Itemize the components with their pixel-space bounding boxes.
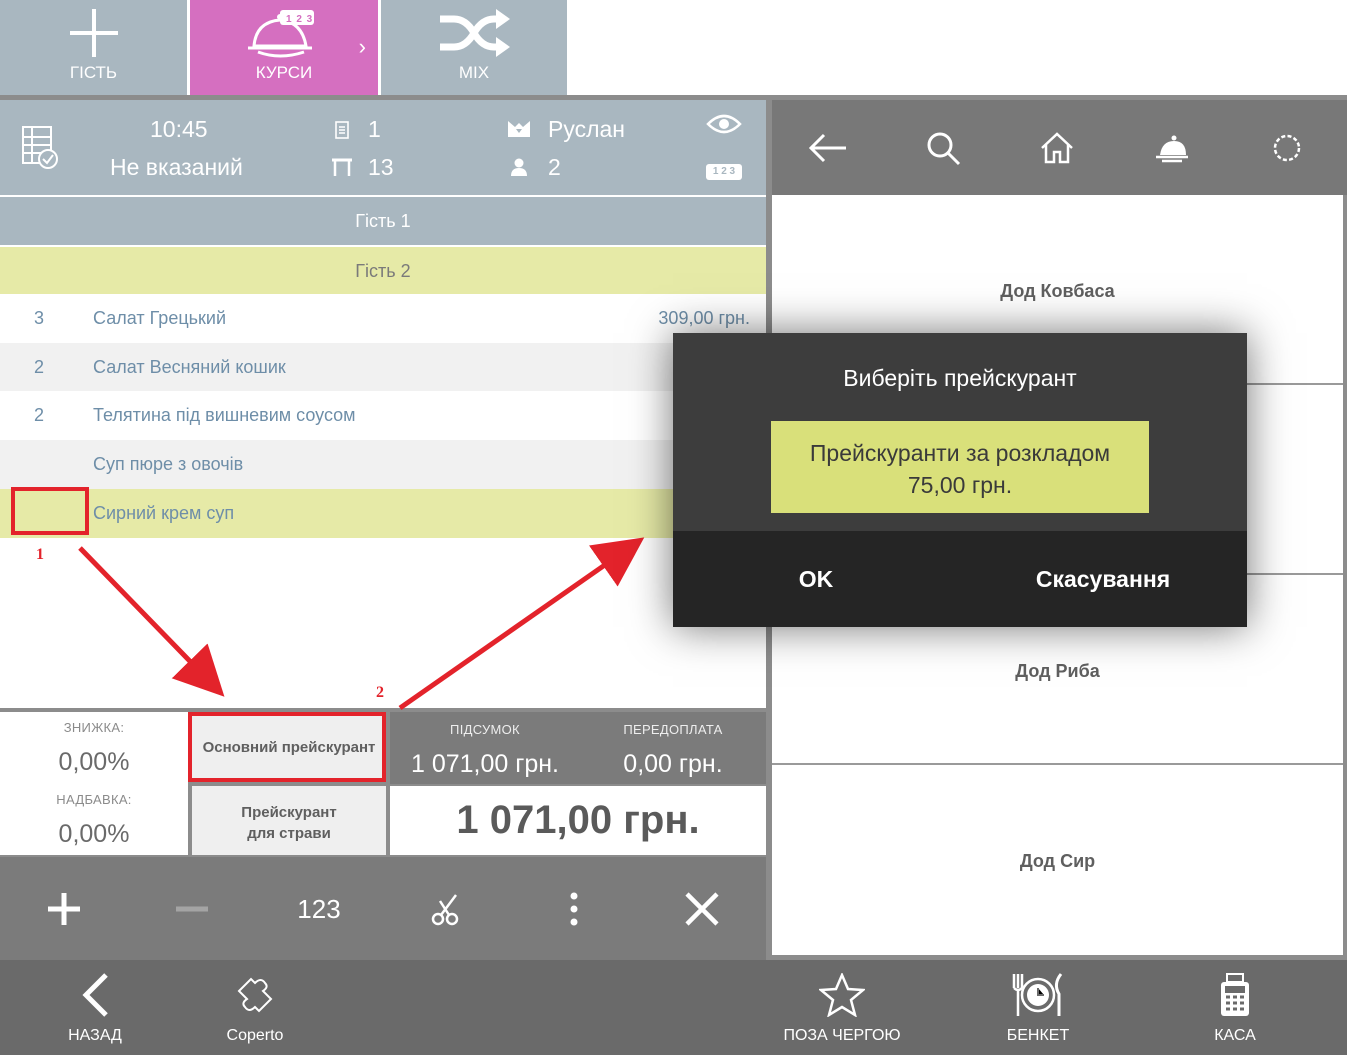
pricelist-option-price: 75,00 грн. bbox=[907, 472, 1013, 498]
pricelist-dialog: Виберіть прейскурант Прейскуранти за роз… bbox=[673, 333, 1247, 627]
cancel-button[interactable]: Скасування bbox=[959, 531, 1247, 627]
pricelist-option[interactable]: Прейскуранти за розкладом 75,00 грн. bbox=[771, 421, 1149, 513]
pricelist-option-name: Прейскуранти за розкладом bbox=[809, 440, 1111, 466]
dialog-footer: OK Скасування bbox=[673, 531, 1247, 627]
dialog-title: Виберіть прейскурант bbox=[843, 365, 1077, 391]
ok-button[interactable]: OK bbox=[673, 531, 959, 627]
